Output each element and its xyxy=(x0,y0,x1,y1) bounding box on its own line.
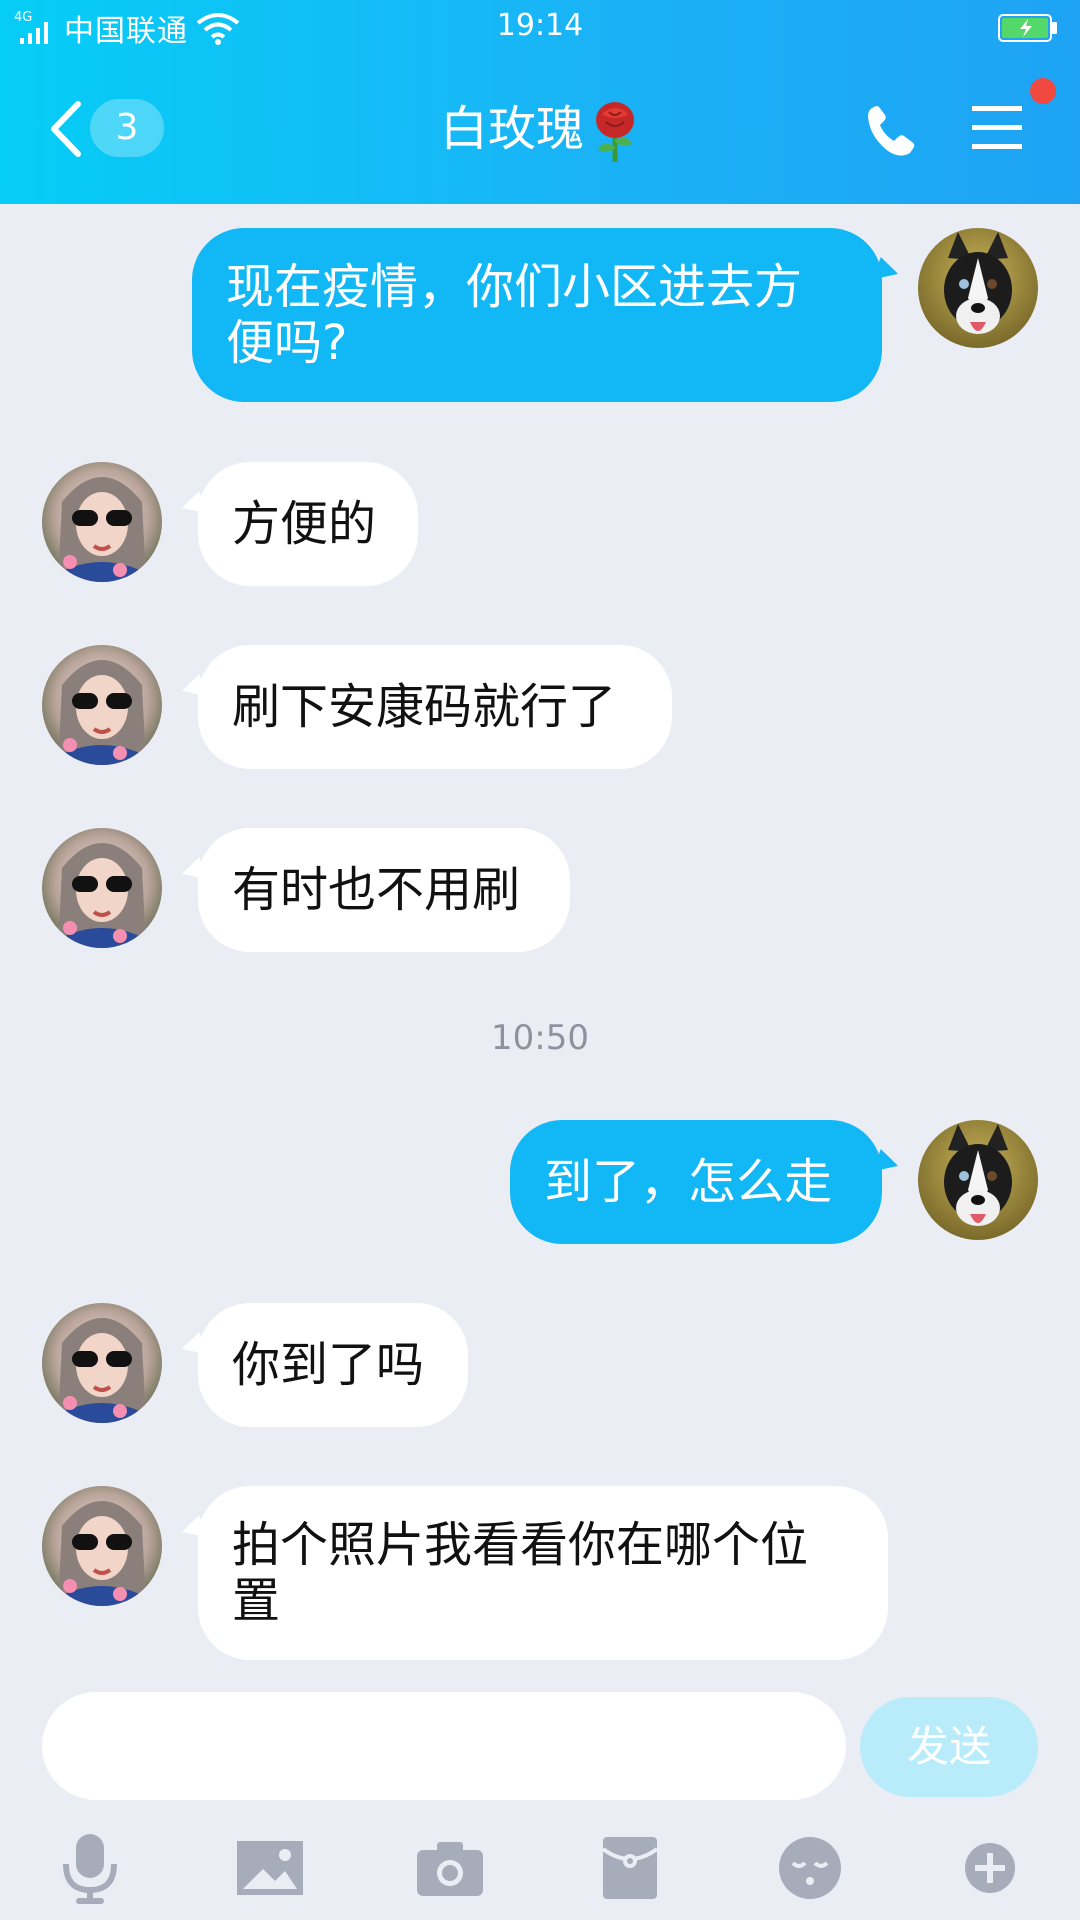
send-button[interactable]: 发送 xyxy=(860,1697,1038,1797)
emoji-icon xyxy=(779,1837,841,1899)
message-text: 到了，怎么走 xyxy=(544,1154,833,1210)
dog-avatar-icon xyxy=(918,1120,1038,1240)
woman-avatar-icon xyxy=(42,828,162,948)
red-packet-icon xyxy=(601,1837,659,1899)
more-button[interactable] xyxy=(950,1828,1030,1908)
microphone-icon xyxy=(63,1834,117,1904)
microphone-button[interactable] xyxy=(50,1828,130,1908)
woman-avatar-icon xyxy=(42,462,162,582)
avatar-self[interactable] xyxy=(918,228,1038,348)
battery-icon xyxy=(998,14,1057,42)
message-text: 现在疫情，你们小区进去方 便吗? xyxy=(226,259,802,371)
clock: 19:14 xyxy=(496,8,584,43)
plus-icon xyxy=(965,1843,1015,1893)
message-line: 拍个照片我看看你在哪个位 xyxy=(232,1517,809,1573)
red-packet-button[interactable] xyxy=(590,1828,670,1908)
message-bubble-in[interactable]: 你到了吗 xyxy=(198,1303,468,1427)
message-input[interactable] xyxy=(42,1692,846,1800)
message-bubble-out[interactable]: 现在疫情，你们小区进去方 便吗? xyxy=(192,228,882,402)
message-bubble-out[interactable]: 到了，怎么走 xyxy=(510,1120,882,1244)
contact-name: 白玫瑰 xyxy=(0,98,1080,164)
avatar-contact[interactable] xyxy=(42,828,162,948)
message-text: 拍个照片我看看你在哪个位 置 xyxy=(232,1517,808,1629)
status-bar: 4G 中国联通 19:14 xyxy=(0,0,1080,56)
avatar-self[interactable] xyxy=(918,1120,1038,1240)
message-line: 置 xyxy=(232,1573,281,1629)
message-bubble-in[interactable]: 有时也不用刷 xyxy=(198,828,570,952)
chat-header: 4G 中国联通 19:14 3 白玫瑰 xyxy=(0,0,1080,204)
image-button[interactable] xyxy=(230,1828,310,1908)
message-bubble-in[interactable]: 拍个照片我看看你在哪个位 置 xyxy=(198,1486,888,1660)
message-line: 现在疫情，你们小区进去方 xyxy=(226,259,803,315)
message-bubble-in[interactable]: 刷下安康码就行了 xyxy=(198,645,672,769)
avatar-contact[interactable] xyxy=(42,645,162,765)
message-line: 便吗? xyxy=(226,315,348,371)
woman-avatar-icon xyxy=(42,1303,162,1423)
emoji-button[interactable] xyxy=(770,1828,850,1908)
avatar-contact[interactable] xyxy=(42,1486,162,1606)
phone-icon[interactable] xyxy=(862,103,918,159)
dog-avatar-icon xyxy=(918,228,1038,348)
woman-avatar-icon xyxy=(42,1486,162,1606)
camera-button[interactable] xyxy=(410,1828,490,1908)
message-bubble-in[interactable]: 方便的 xyxy=(198,462,418,586)
input-toolbar xyxy=(0,1810,1080,1920)
image-icon xyxy=(237,1841,303,1895)
avatar-contact[interactable] xyxy=(42,1303,162,1423)
message-text: 方便的 xyxy=(232,496,377,552)
message-text: 你到了吗 xyxy=(232,1337,425,1393)
rose-icon xyxy=(596,102,634,162)
notification-dot xyxy=(1030,78,1056,104)
message-text: 刷下安康码就行了 xyxy=(232,679,617,735)
menu-icon[interactable] xyxy=(970,100,1024,156)
message-text: 有时也不用刷 xyxy=(232,862,521,918)
camera-icon xyxy=(417,1842,483,1896)
avatar-contact[interactable] xyxy=(42,462,162,582)
contact-name-text: 白玫瑰 xyxy=(439,101,584,157)
message-timestamp: 10:50 xyxy=(491,1018,589,1058)
woman-avatar-icon xyxy=(42,645,162,765)
